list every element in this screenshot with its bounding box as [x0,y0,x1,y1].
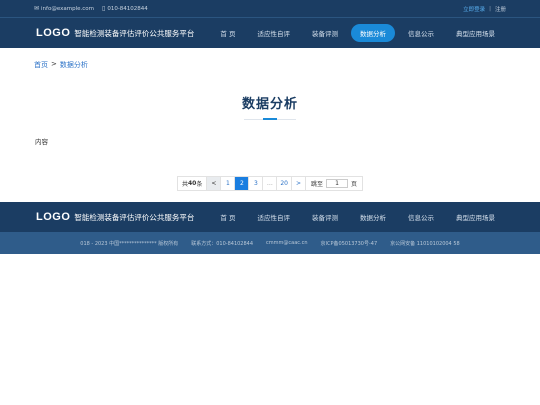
breadcrumb-separator: > [51,60,57,68]
footer-brand[interactable]: LOGO 智能检测装备评估评价公共服务平台 [36,211,194,223]
nav-item-use-cases[interactable]: 典型应用场景 [447,24,504,42]
contact-phone: ▯ 010-84102844 [102,4,148,12]
logo: LOGO [36,27,71,39]
brand[interactable]: LOGO 智能检测装备评估评价公共服务平台 [36,27,194,39]
page-header: 数据分析 [0,93,540,120]
total-count: 40 [187,180,197,187]
footer-nav-use-cases[interactable]: 典型应用场景 [447,208,504,226]
main-nav: 首 页 适应性自评 装备评测 数据分析 信息公示 典型应用场景 [207,24,504,42]
footer-nav-home[interactable]: 首 页 [211,208,244,226]
site-title: 智能检测装备评估评价公共服务平台 [74,28,195,38]
nav-item-home[interactable]: 首 页 [211,24,244,42]
page-content: 内容 [35,138,48,146]
footer-site-title: 智能检测装备评估评价公共服务平台 [74,212,195,222]
footer-email: cmmm@caac.cn [266,240,308,246]
jump-unit: 页 [351,181,358,188]
page-button-1[interactable]: 1 [221,177,236,190]
icp-record[interactable]: 京ICP备05013730号-47 [321,240,378,247]
page-button-20[interactable]: 20 [277,177,292,190]
contact-text: 联系方式：010-84102844 [191,240,254,247]
jump-label: 跳至 [311,181,324,188]
total-suffix: 条 [196,181,203,188]
page-title: 数据分析 [241,97,298,112]
login-link[interactable]: 立即登录 [463,5,485,13]
copyright-text: 018 - 2023 中国*************** 版权所有 [80,240,179,247]
pagination-box: 共40条 < 1 2 3 … 20 > 跳至 页 [176,176,364,191]
footer-nav-info-publicity[interactable]: 信息公示 [399,208,443,226]
page-jump: 跳至 页 [306,179,362,188]
nav-item-data-analysis[interactable]: 数据分析 [351,24,395,42]
phone-text: 010-84102844 [107,5,148,12]
footer-nav-data-analysis[interactable]: 数据分析 [351,208,395,226]
nav-item-equipment-evaluation[interactable]: 装备评测 [303,24,347,42]
page-ellipsis: … [263,177,278,190]
mail-icon: ✉ [34,4,40,12]
pagination-total: 共 40 条 [178,177,208,190]
nav-item-info-publicity[interactable]: 信息公示 [399,24,443,42]
page-button-2[interactable]: 2 [235,177,250,190]
next-page-button[interactable]: > [292,177,306,190]
footer-nav-self-assessment[interactable]: 适应性自评 [249,208,300,226]
email-text: info@example.com [41,5,95,12]
footer: LOGO 智能检测装备评估评价公共服务平台 首 页 适应性自评 装备评测 数据分… [0,202,540,232]
breadcrumb-current[interactable]: 数据分析 [60,60,88,70]
top-bar: ✉ info@example.com ▯ 010-84102844 立即登录 |… [0,0,540,17]
copyright-bar: 018 - 2023 中国*************** 版权所有 联系方式：0… [0,232,540,254]
pagination: 共40条 < 1 2 3 … 20 > 跳至 页 [0,176,540,191]
contact-email: ✉ info@example.com [34,4,95,12]
register-link[interactable]: 注册 [495,5,506,13]
header: LOGO 智能检测装备评估评价公共服务平台 首 页 适应性自评 装备评测 数据分… [0,17,540,48]
page-button-3[interactable]: 3 [249,177,264,190]
breadcrumb: 首页 > 数据分析 [0,50,540,80]
login-separator: | [489,5,491,12]
nav-item-self-assessment[interactable]: 适应性自评 [249,24,300,42]
prev-page-button[interactable]: < [207,177,222,190]
police-record[interactable]: 京公网安备 11010102004 58 [390,240,460,247]
breadcrumb-home[interactable]: 首页 [34,60,48,70]
title-underline [244,118,296,120]
footer-nav-equipment-evaluation[interactable]: 装备评测 [303,208,347,226]
jump-page-input[interactable] [326,179,349,188]
footer-nav: 首 页 适应性自评 装备评测 数据分析 信息公示 典型应用场景 [207,208,504,226]
phone-icon: ▯ [102,4,106,12]
footer-logo: LOGO [36,211,71,223]
